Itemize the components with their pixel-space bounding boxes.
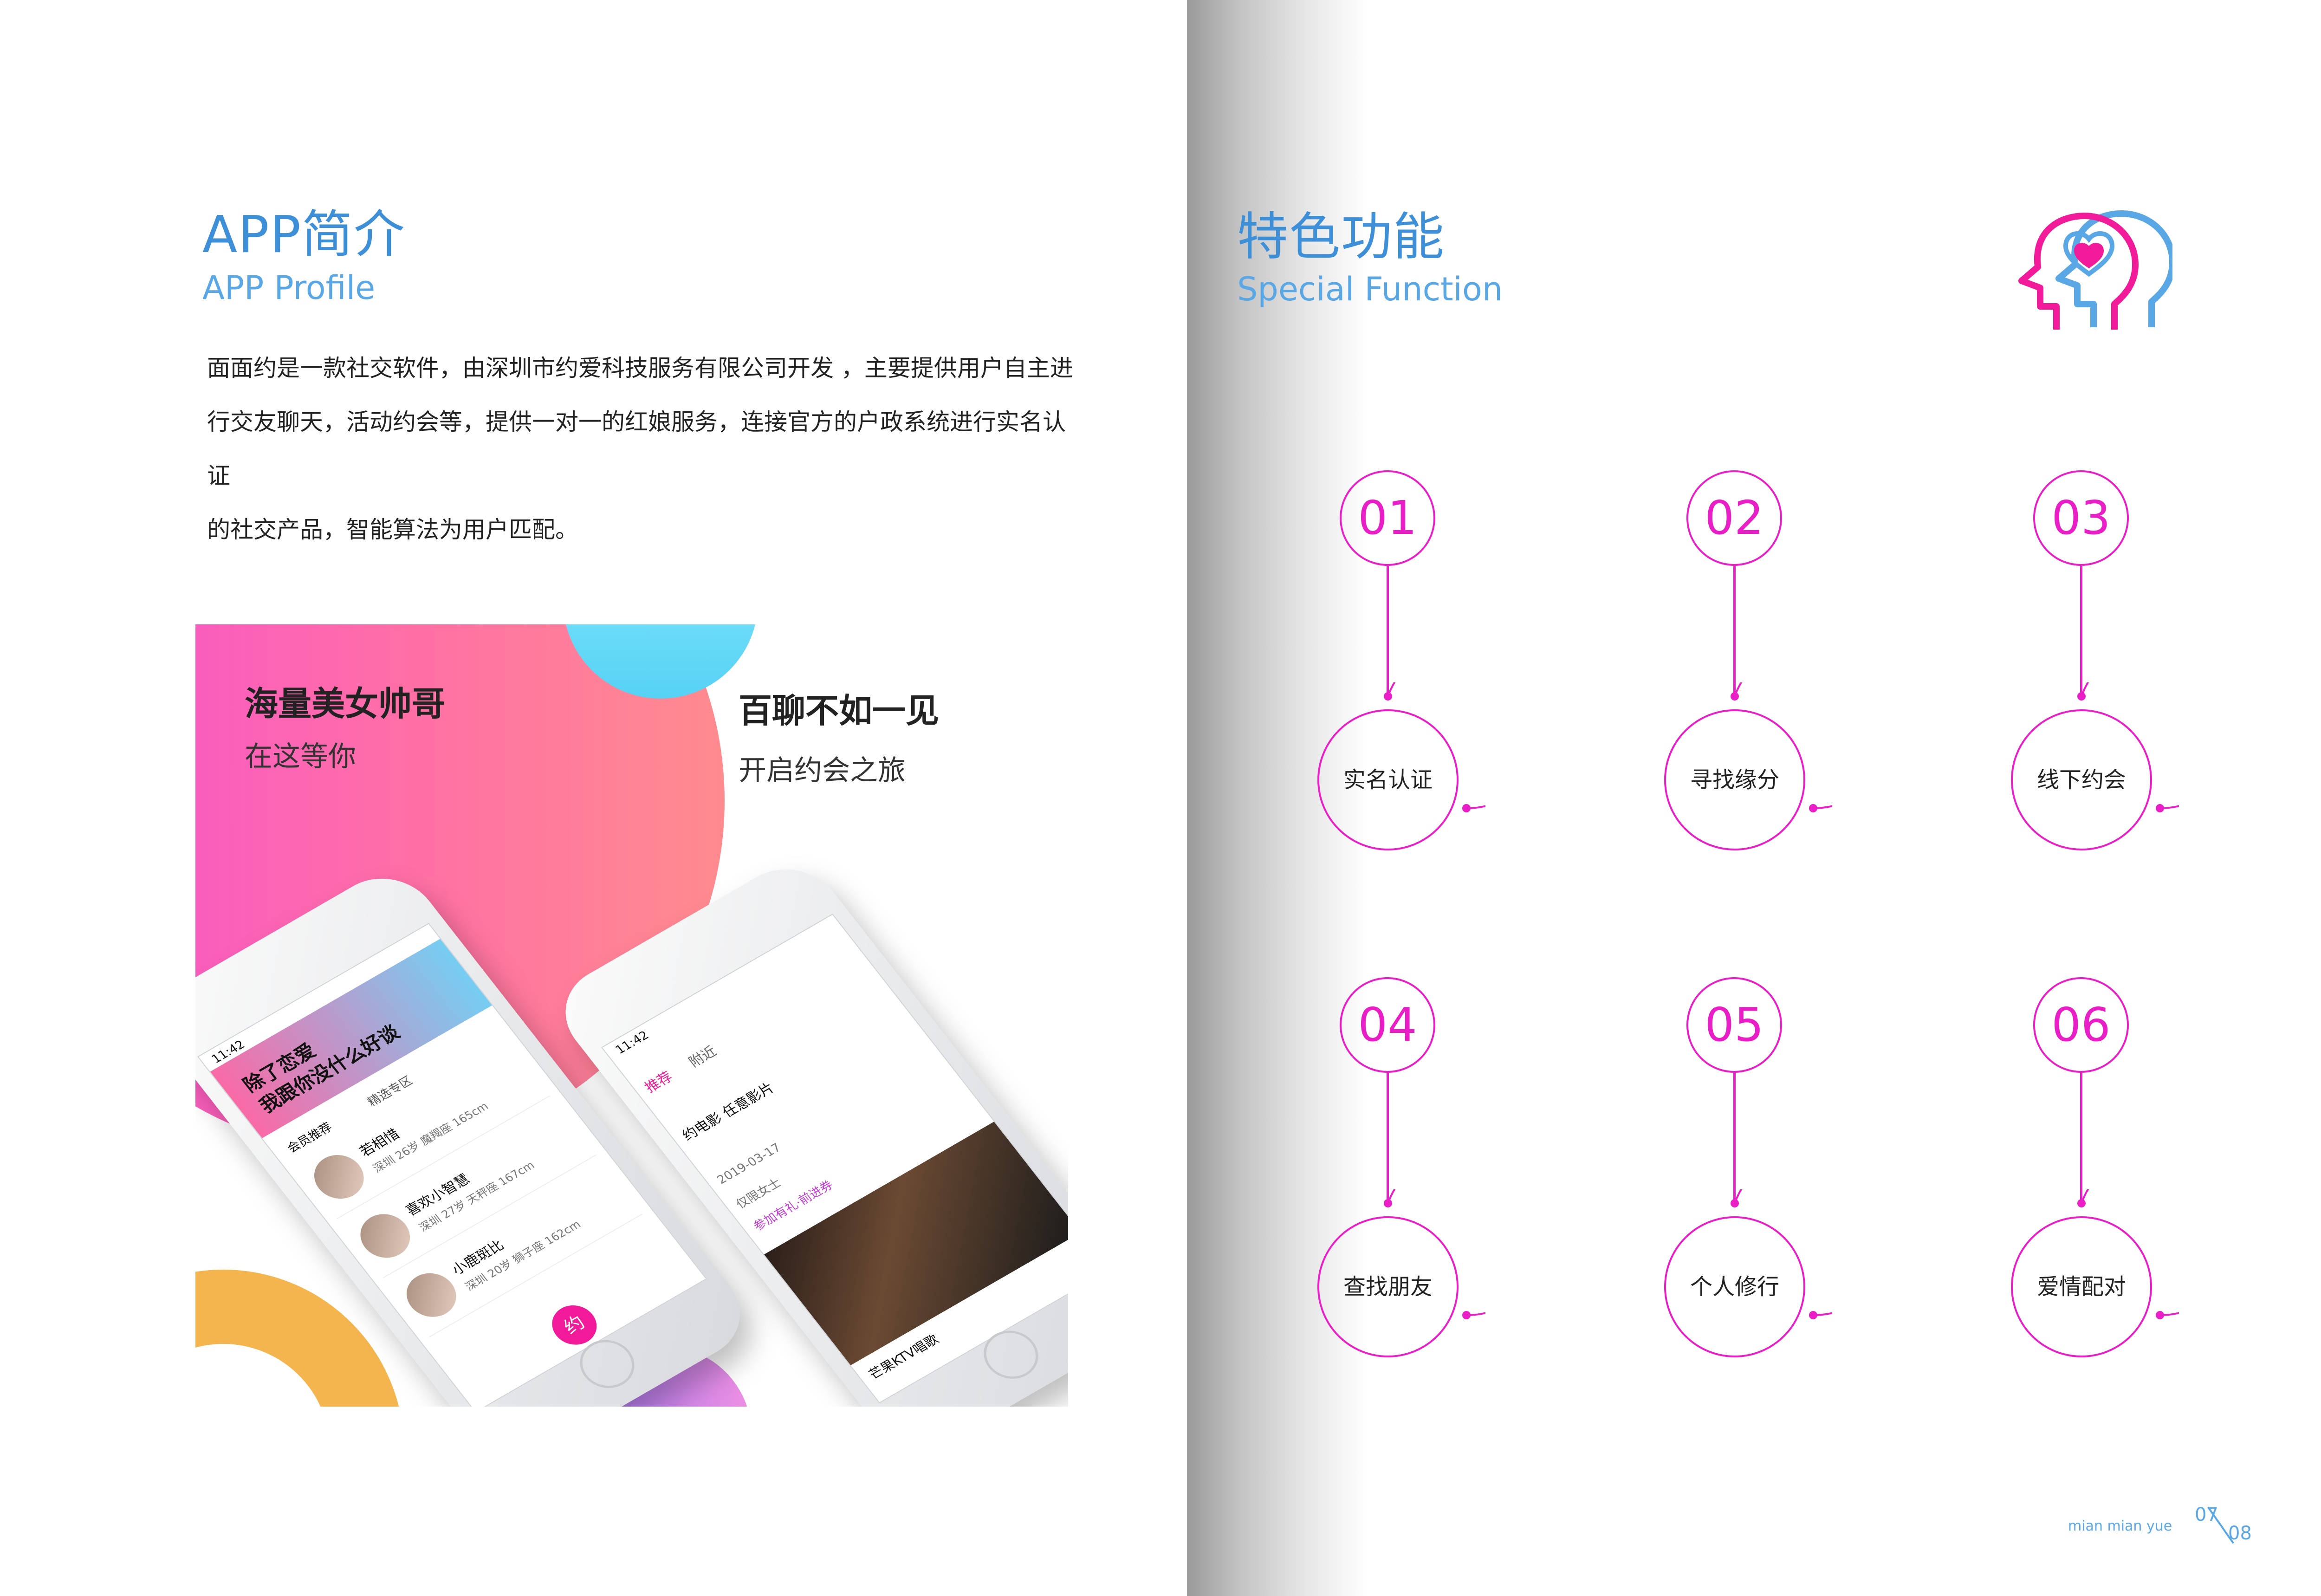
intro-line: 的社交产品，智能算法为用户匹配。: [207, 516, 578, 543]
app-intro-subtitle: APP Profile: [202, 269, 376, 307]
chip-recommend[interactable]: 推荐: [642, 1069, 676, 1096]
intro-line: 面面约是一款社交软件，由深圳市约爱科技服务有限公司开发 ，主要提供用户自主进: [207, 355, 1073, 382]
intro-line: 行交友聊天，活动约会等，提供一对一的红娘服务，连接官方的户政系统进行实名认证: [207, 409, 1066, 489]
promo-subline-2: 开启约会之旅: [739, 754, 906, 787]
left-page: APP简介 APP Profile 面面约是一款社交软件，由深圳市约爱科技服务有…: [0, 0, 1187, 1596]
feature-number-04: 04: [1340, 977, 1435, 1073]
connector-line: [1733, 1073, 1736, 1202]
feature-number-05: 05: [1686, 977, 1782, 1073]
chip-row: 推荐 附近: [639, 1040, 720, 1096]
feature-label: 寻找缘分: [1690, 767, 1779, 793]
event-photo: [764, 1122, 1068, 1365]
feature-label: 爱情配对: [2036, 1274, 2126, 1300]
feature-label: 查找朋友: [1343, 1274, 1433, 1300]
head-heart-icon: [2018, 210, 2172, 330]
promo-image: 海量美女帅哥 在这等你 百聊不如一见 开启约会之旅 11:42 除了恋爱 我跟你…: [195, 624, 1068, 1407]
special-function-subtitle: Special Function: [1237, 270, 1503, 308]
feature-label: 个人修行: [1690, 1274, 1779, 1300]
promo-subline-1: 在这等你: [245, 740, 356, 773]
special-function-title: 特色功能: [1237, 207, 1445, 266]
promo-headline-2: 百聊不如一见: [739, 691, 940, 730]
footer-brand: mian mian yue: [2068, 1518, 2172, 1534]
feature-label: 线下约会: [2036, 767, 2126, 793]
promo-headline-1: 海量美女帅哥: [245, 684, 446, 723]
connector-line: [1387, 1073, 1389, 1202]
feature-number-03: 03: [2033, 470, 2129, 566]
chip-nearby[interactable]: 附近: [686, 1044, 720, 1070]
feature-label: 实名认证: [1343, 767, 1433, 793]
intro-paragraph: 面面约是一款社交软件，由深圳市约爱科技服务有限公司开发 ，主要提供用户自主进 行…: [207, 341, 1080, 557]
event-title[interactable]: 约电影 任意影片: [677, 1077, 778, 1144]
app-intro-title: APP简介: [202, 205, 406, 264]
feature-number-01: 01: [1340, 470, 1435, 566]
page-number-total: 08: [2228, 1523, 2252, 1544]
status-time: 11:42: [613, 1028, 652, 1057]
connector-line: [1387, 566, 1389, 695]
feature-number-06: 06: [2033, 977, 2129, 1073]
connector-line: [2080, 1073, 2082, 1202]
connector-line: [2080, 566, 2082, 695]
feature-number-02: 02: [1686, 470, 1782, 566]
connector-line: [1733, 566, 1736, 695]
